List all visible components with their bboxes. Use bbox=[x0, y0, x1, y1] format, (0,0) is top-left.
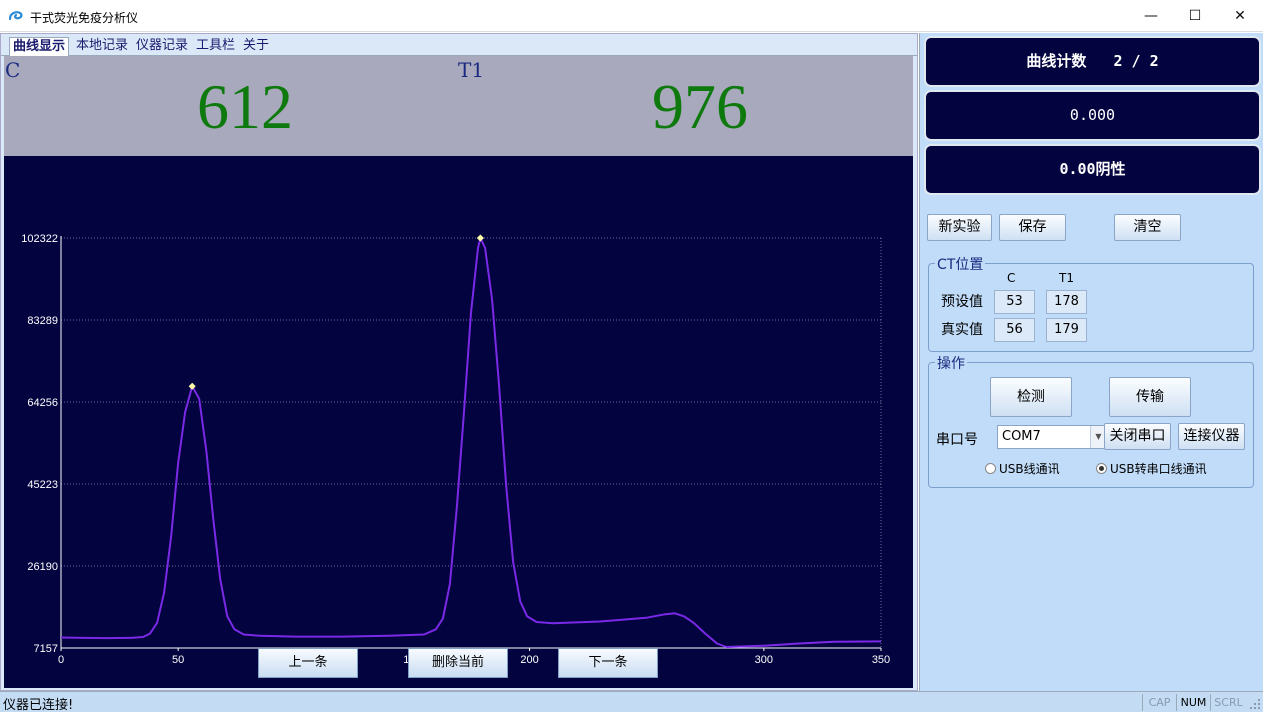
y-tick-label: 64256 bbox=[27, 397, 58, 409]
c-value: 612 bbox=[197, 71, 293, 142]
tab-curve-display[interactable]: 曲线显示 bbox=[9, 37, 70, 56]
curve-chart: 7157261904522364256832891023220501001502… bbox=[4, 156, 913, 688]
y-tick-label: 102322 bbox=[21, 233, 58, 245]
close-button[interactable]: ✕ bbox=[1217, 0, 1263, 32]
port-label: 串口号 bbox=[936, 432, 978, 448]
curve-chart-svg: 7157261904522364256832891023220501001502… bbox=[21, 233, 890, 666]
usb-radio[interactable] bbox=[985, 463, 996, 474]
close-port-button[interactable]: 关闭串口 bbox=[1104, 423, 1171, 450]
port-select[interactable]: COM7 ▼ bbox=[997, 425, 1107, 449]
result-text: 0.00阴性 bbox=[1059, 160, 1126, 178]
clear-button[interactable]: 清空 bbox=[1114, 214, 1181, 241]
next-record-button[interactable]: 下一条 bbox=[558, 648, 658, 678]
window-title: 干式荧光免疫分析仪 bbox=[30, 11, 139, 25]
operation-group-title: 操作 bbox=[935, 353, 967, 373]
transfer-button[interactable]: 传输 bbox=[1109, 377, 1191, 417]
tab-instrument-records[interactable]: 仪器记录 bbox=[133, 37, 191, 56]
title-bar: 干式荧光免疫分析仪 — ☐ ✕ bbox=[0, 0, 1263, 32]
curve-display-panel: 曲线显示 本地记录 仪器记录 工具栏 关于 C 612 T1 976 7157 2… bbox=[0, 33, 918, 691]
tab-toolbar[interactable]: 工具栏 bbox=[193, 37, 238, 56]
actual-label: 真实值 bbox=[941, 322, 983, 338]
preset-c-field[interactable]: 53 bbox=[994, 290, 1035, 314]
x-tick-label: 50 bbox=[172, 654, 184, 666]
tab-bar: 曲线显示 本地记录 仪器记录 工具栏 关于 bbox=[1, 34, 917, 56]
y-tick-label: 26190 bbox=[27, 561, 58, 573]
t1-value: 976 bbox=[652, 71, 748, 142]
control-panel: 曲线计数 2 / 2 0.000 0.00阴性 新实验 保存 清空 CT位置 C… bbox=[919, 33, 1263, 691]
save-button[interactable]: 保存 bbox=[999, 214, 1066, 241]
status-text: 仪器已连接! bbox=[3, 698, 74, 713]
connect-instrument-button[interactable]: 连接仪器 bbox=[1178, 423, 1245, 450]
c-label: C bbox=[5, 58, 21, 82]
ct-column-t1: T1 bbox=[1059, 271, 1074, 285]
ratio-display: 0.000 bbox=[924, 90, 1261, 141]
y-tick-label: 7157 bbox=[34, 643, 58, 655]
y-tick-label: 45223 bbox=[27, 479, 58, 491]
curve-count-label: 曲线计数 bbox=[1026, 52, 1087, 70]
preset-label: 预设值 bbox=[941, 294, 983, 310]
ct-position-group: CT位置 C T1 预设值 53 178 真实值 56 179 bbox=[928, 254, 1254, 352]
actual-t1-field[interactable]: 179 bbox=[1046, 318, 1087, 342]
num-indicator: NUM bbox=[1176, 694, 1210, 711]
new-experiment-button[interactable]: 新实验 bbox=[927, 214, 992, 241]
usb-serial-radio[interactable] bbox=[1096, 463, 1107, 474]
actual-c-field[interactable]: 56 bbox=[994, 318, 1035, 342]
operation-group: 操作 检测 传输 串口号 COM7 ▼ 关闭串口 连接仪器 USB线通讯 USB… bbox=[928, 353, 1254, 488]
ct-group-title: CT位置 bbox=[935, 254, 986, 274]
peak-marker bbox=[476, 234, 484, 242]
ct-column-c: C bbox=[1007, 271, 1016, 285]
tab-local-records[interactable]: 本地记录 bbox=[73, 37, 131, 56]
peak-values-panel: C 612 T1 976 bbox=[4, 56, 913, 157]
y-tick-label: 83289 bbox=[27, 315, 58, 327]
curve-count-display: 曲线计数 2 / 2 bbox=[924, 36, 1261, 87]
prev-record-button[interactable]: 上一条 bbox=[258, 648, 358, 678]
x-tick-label: 200 bbox=[520, 654, 538, 666]
scrl-indicator: SCRL bbox=[1210, 694, 1246, 711]
resize-grip-icon[interactable] bbox=[1249, 698, 1261, 710]
x-tick-label: 350 bbox=[872, 654, 890, 666]
curve-count-value: 2 / 2 bbox=[1113, 52, 1159, 70]
usb-serial-radio-label[interactable]: USB转串口线通讯 bbox=[1110, 460, 1207, 477]
maximize-button[interactable]: ☐ bbox=[1172, 0, 1218, 32]
x-tick-label: 300 bbox=[755, 654, 773, 666]
ratio-value: 0.000 bbox=[1069, 106, 1116, 124]
cap-indicator: CAP bbox=[1142, 694, 1176, 711]
t1-label: T1 bbox=[458, 58, 485, 82]
x-tick-label: 0 bbox=[58, 654, 64, 666]
app-logo-icon bbox=[8, 11, 23, 21]
preset-t1-field[interactable]: 178 bbox=[1046, 290, 1087, 314]
detect-button[interactable]: 检测 bbox=[990, 377, 1072, 417]
curve-line bbox=[60, 237, 882, 648]
usb-radio-label[interactable]: USB线通讯 bbox=[999, 460, 1060, 477]
delete-current-button[interactable]: 删除当前 bbox=[408, 648, 508, 678]
port-select-value: COM7 bbox=[1002, 429, 1041, 444]
result-display: 0.00阴性 bbox=[924, 144, 1261, 195]
minimize-button[interactable]: — bbox=[1128, 0, 1174, 32]
status-bar: 仪器已连接! CAP NUM SCRL bbox=[0, 691, 1263, 713]
tab-about[interactable]: 关于 bbox=[240, 37, 272, 56]
